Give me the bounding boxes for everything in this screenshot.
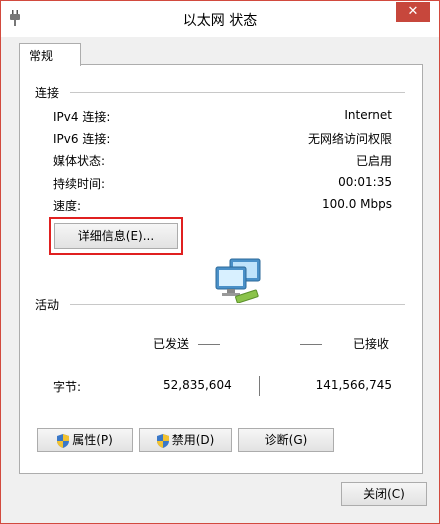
details-button[interactable]: 详细信息(E)... xyxy=(54,223,178,249)
properties-button[interactable]: 属性(P) xyxy=(37,428,133,452)
duration-label: 持续时间: xyxy=(53,177,106,191)
details-button-highlight: 详细信息(E)... xyxy=(49,217,183,255)
speed-label: 速度: xyxy=(53,199,82,213)
connection-divider xyxy=(70,92,405,93)
ipv6-value: 无网络访问权限 xyxy=(307,132,392,146)
title-bar: 以太网 状态 ✕ xyxy=(1,1,439,37)
disable-button-label: 禁用(D) xyxy=(171,433,215,447)
received-line xyxy=(300,344,322,345)
media-state-label: 媒体状态: xyxy=(53,154,106,168)
close-button[interactable]: 关闭(C) xyxy=(341,482,427,506)
activity-divider xyxy=(70,304,405,305)
media-state-value: 已启用 xyxy=(355,154,392,168)
uac-shield-icon xyxy=(156,433,169,448)
bytes-sent-value: 52,835,604 xyxy=(163,378,232,392)
activity-section-label: 活动 xyxy=(35,298,60,312)
network-computers-icon xyxy=(215,258,261,303)
speed-value: 100.0 Mbps xyxy=(321,197,392,211)
connection-section-label: 连接 xyxy=(35,86,60,100)
ipv6-label: IPv6 连接: xyxy=(53,132,111,146)
bytes-received-value: 141,566,745 xyxy=(315,378,392,392)
received-label: 已接收 xyxy=(353,337,390,351)
sent-line xyxy=(198,344,220,345)
properties-button-label: 属性(P) xyxy=(72,433,113,447)
ethernet-status-window: 以太网 状态 ✕ 常规 连接 IPv4 连接: Internet IPv6 连接… xyxy=(0,0,440,524)
close-icon: ✕ xyxy=(407,4,419,19)
bytes-label: 字节: xyxy=(53,380,82,394)
general-panel: 连接 IPv4 连接: Internet IPv6 连接: 无网络访问权限 媒体… xyxy=(19,64,423,474)
close-window-button[interactable]: ✕ xyxy=(396,2,430,22)
bytes-divider xyxy=(259,376,260,396)
diagnose-button[interactable]: 诊断(G) xyxy=(238,428,334,452)
duration-value: 00:01:35 xyxy=(338,175,392,189)
tab-general-label: 常规 xyxy=(29,49,54,63)
uac-shield-icon xyxy=(57,433,70,448)
ipv4-value: Internet xyxy=(344,108,392,122)
ipv4-label: IPv4 连接: xyxy=(53,110,111,124)
tab-general[interactable]: 常规 xyxy=(19,43,81,66)
disable-button[interactable]: 禁用(D) xyxy=(139,428,232,452)
window-title: 以太网 状态 xyxy=(182,13,258,29)
sent-label: 已发送 xyxy=(153,337,190,351)
